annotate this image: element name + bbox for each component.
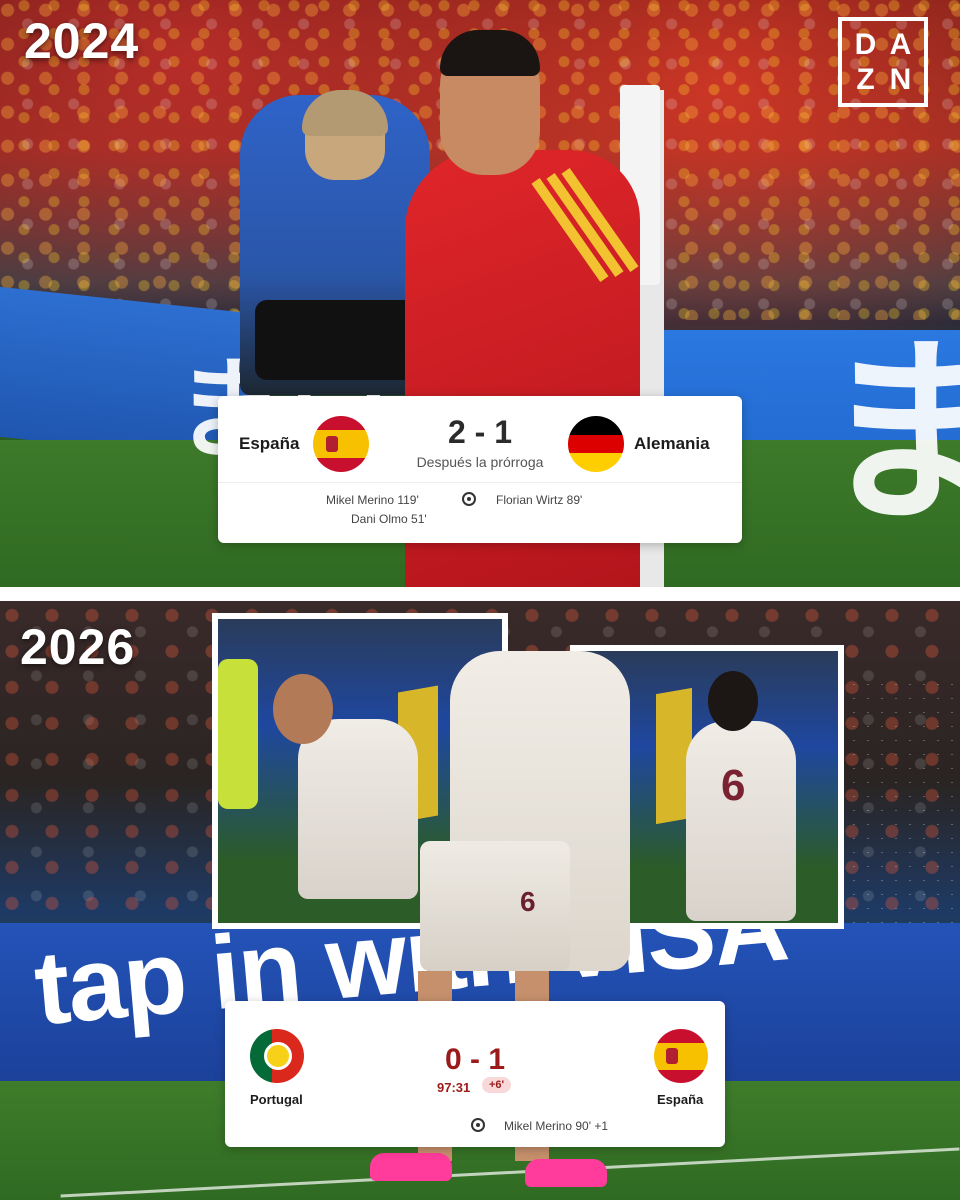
scorecard-2026: Portugal 0 - 1 97:31 +6' España Mikel Me…: [225, 1001, 725, 1147]
player-head: [273, 674, 333, 744]
goal-scorer: Mikel Merino 90' +1: [504, 1119, 609, 1133]
player-head: [708, 671, 758, 731]
match-clock: 97:31: [437, 1080, 471, 1095]
player-shorts: [420, 841, 570, 971]
added-time-badge: +6': [482, 1077, 512, 1093]
logo-letter: A: [889, 27, 912, 61]
logo-letter: Z: [856, 62, 875, 96]
spain-flag-icon: [313, 416, 369, 472]
scorecard-2024: España 2 - 1 Después la prórroga Alemani…: [218, 396, 742, 543]
ad-board-text-right: ま: [820, 318, 960, 551]
home-team-name: Portugal: [250, 1092, 303, 1107]
camera: [255, 300, 425, 380]
player-back-view: [686, 721, 796, 921]
spain-flag-icon: [654, 1029, 708, 1083]
home-scorer: Dani Olmo 51': [351, 512, 427, 526]
logo-letter: D: [854, 27, 877, 61]
shorts-number: 6: [520, 886, 536, 917]
away-team-name: España: [657, 1092, 704, 1107]
year-label-2026: 2026: [20, 619, 136, 675]
dazn-logo: D A Z N: [838, 17, 928, 107]
divider: [218, 482, 742, 483]
germany-flag-icon: [568, 416, 624, 472]
player-boot: [525, 1159, 607, 1187]
match-status: Después la prórroga: [416, 454, 544, 470]
live-score: 0 - 1: [444, 1043, 506, 1076]
home-team-name: España: [239, 434, 300, 453]
goal-ball-icon: [462, 492, 476, 506]
jersey-number: 6: [721, 761, 746, 810]
away-team-name: Alemania: [634, 434, 710, 453]
player-celebrating: [298, 719, 418, 899]
goal-ball-icon: [471, 1118, 485, 1132]
portugal-flag-icon: [250, 1029, 304, 1083]
player-boot: [370, 1153, 452, 1181]
home-scorer: Mikel Merino 119': [326, 493, 419, 507]
away-scorer: Florian Wirtz 89': [496, 493, 583, 507]
panel-separator: [0, 587, 960, 601]
final-score: 2 - 1: [447, 414, 513, 450]
year-label-2024: 2024: [24, 13, 140, 69]
logo-letter: N: [889, 62, 912, 96]
steward: [218, 659, 258, 809]
